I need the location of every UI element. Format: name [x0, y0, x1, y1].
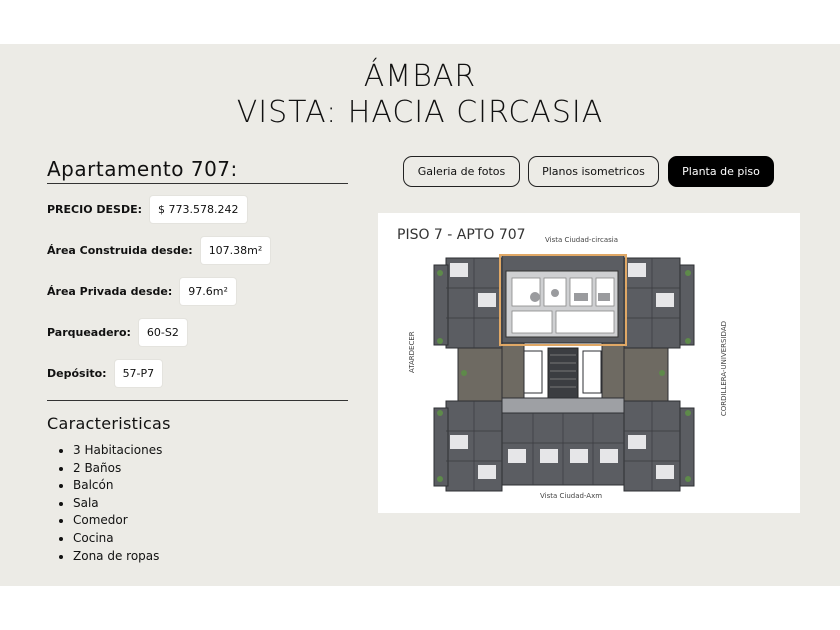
project-title: ÁMBAR — [363, 59, 477, 94]
list-item: Cocina — [73, 530, 162, 548]
tab-photo-gallery[interactable]: Galeria de fotos — [403, 156, 520, 187]
field-label: Depósito: — [47, 367, 107, 380]
tab-floor-plan[interactable]: Planta de piso — [668, 156, 774, 187]
field-private-area: Área Privada desde: 97.6m² — [47, 278, 236, 305]
field-label: PRECIO DESDE: — [47, 203, 143, 216]
field-value: 97.6m² — [180, 278, 236, 305]
list-item: Balcón — [73, 477, 162, 495]
building-plan-drawing — [433, 254, 695, 492]
field-label: Parqueadero: — [47, 326, 131, 339]
field-label: Área Construida desde: — [47, 244, 193, 257]
features-title: Caracteristicas — [47, 414, 171, 433]
list-item: 3 Habitaciones — [73, 442, 162, 460]
divider — [47, 400, 348, 401]
list-item: 2 Baños — [73, 460, 162, 478]
field-label: Área Privada desde: — [47, 285, 173, 298]
field-value: 60-S2 — [138, 319, 187, 346]
apartment-title: Apartamento 707: — [47, 157, 238, 181]
list-item: Zona de ropas — [73, 548, 162, 566]
features-list: 3 Habitaciones 2 Baños Balcón Sala Comed… — [55, 442, 162, 565]
tab-isometric-plans[interactable]: Planos isometricos — [528, 156, 659, 187]
list-item: Sala — [73, 495, 162, 513]
field-built-area: Área Construida desde: 107.38m² — [47, 237, 271, 264]
field-value: 57-P7 — [114, 360, 163, 387]
field-value: 107.38m² — [200, 237, 271, 264]
field-storage: Depósito: 57-P7 — [47, 360, 163, 387]
floor-plan-image: PISO 7 - APTO 707 Vista Ciudad-circasia … — [378, 213, 800, 513]
list-item: Comedor — [73, 512, 162, 530]
view-title: VISTA: HACIA CIRCASIA — [236, 95, 604, 130]
field-parking: Parqueadero: 60-S2 — [47, 319, 187, 346]
divider — [47, 183, 348, 184]
field-value: $ 773.578.242 — [150, 196, 247, 223]
field-price: PRECIO DESDE: $ 773.578.242 — [47, 196, 247, 223]
